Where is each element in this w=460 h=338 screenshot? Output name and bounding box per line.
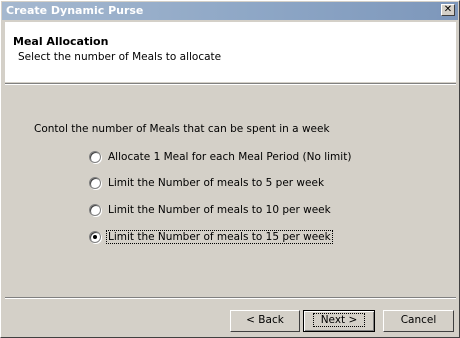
cancel-button[interactable]: Cancel	[383, 310, 454, 332]
radio-button[interactable]	[89, 231, 101, 243]
back-button[interactable]: < Back	[230, 310, 300, 332]
radio-button[interactable]	[89, 177, 101, 189]
option-10-per-week[interactable]: Limit the Number of meals to 10 per week	[89, 202, 332, 218]
header-subtitle: Select the number of Meals to allocate	[18, 51, 222, 63]
header-divider	[5, 83, 456, 85]
wizard-window: Create Dynamic Purse ✕ Meal Allocation S…	[0, 0, 460, 338]
close-button[interactable]: ✕	[441, 4, 455, 16]
wizard-header: Meal Allocation Select the number of Mea…	[5, 22, 456, 82]
meals-prompt: Contol the number of Meals that can be s…	[34, 123, 330, 135]
cancel-button-label: Cancel	[400, 314, 437, 326]
option-label[interactable]: Limit the Number of meals to 10 per week	[107, 204, 332, 216]
window-title: Create Dynamic Purse	[6, 4, 144, 17]
close-icon: ✕	[443, 4, 453, 15]
title-bar[interactable]: Create Dynamic Purse ✕	[2, 2, 458, 20]
option-label[interactable]: Limit the Number of meals to 15 per week	[106, 230, 333, 244]
footer-divider	[5, 297, 456, 299]
radio-button[interactable]	[89, 151, 101, 163]
header-title: Meal Allocation	[13, 35, 109, 48]
next-button-label: Next >	[312, 313, 366, 327]
next-button[interactable]: Next >	[303, 310, 375, 332]
option-5-per-week[interactable]: Limit the Number of meals to 5 per week	[89, 175, 325, 191]
option-label[interactable]: Limit the Number of meals to 5 per week	[107, 177, 325, 189]
option-no-limit[interactable]: Allocate 1 Meal for each Meal Period (No…	[89, 149, 352, 165]
back-button-label: < Back	[246, 314, 284, 326]
radio-button[interactable]	[89, 204, 101, 216]
option-label[interactable]: Allocate 1 Meal for each Meal Period (No…	[107, 151, 352, 163]
option-15-per-week[interactable]: Limit the Number of meals to 15 per week	[89, 229, 333, 245]
